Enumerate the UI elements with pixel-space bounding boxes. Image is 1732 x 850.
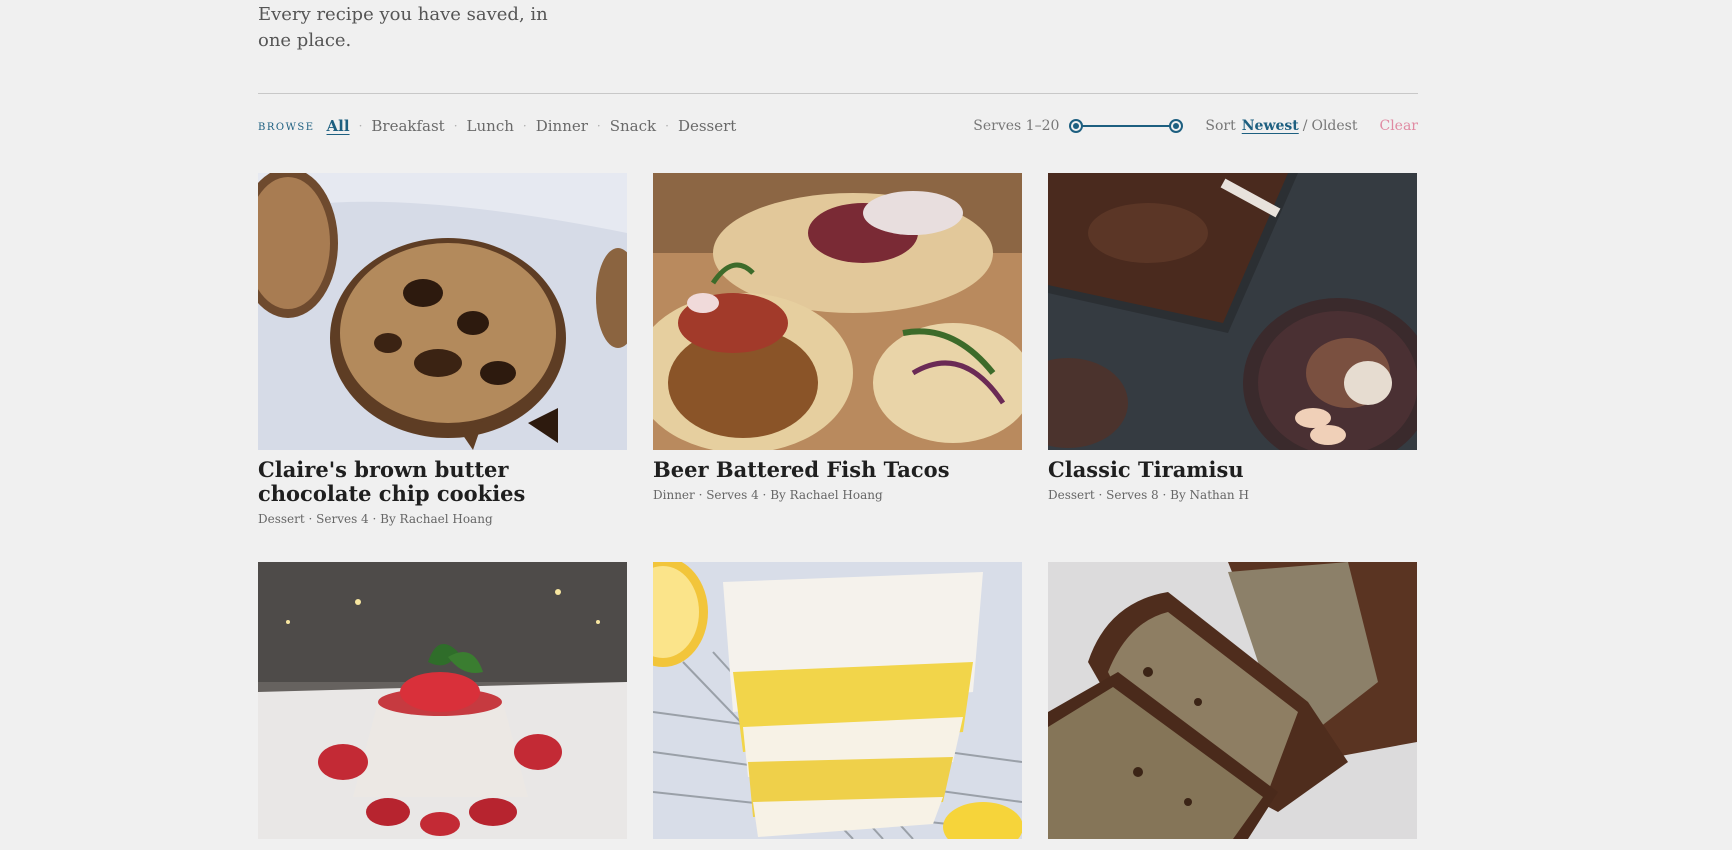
recipe-image-cookies[interactable] <box>258 173 627 450</box>
slider-min-handle[interactable] <box>1069 119 1084 133</box>
clear-filters-button[interactable]: Clear <box>1379 118 1418 134</box>
divider <box>258 93 1418 94</box>
sort-newest[interactable]: Newest <box>1242 118 1299 134</box>
recipes-page: Every recipe you have saved, in one plac… <box>258 0 1418 839</box>
banana-bread-illustration <box>1048 562 1417 839</box>
recipe-grid: Claire's brown butter chocolate chip coo… <box>258 173 1418 847</box>
recipe-meta: Dessert · Serves 8 · By Nathan H <box>1048 488 1249 502</box>
sort-label: Sort <box>1205 118 1236 134</box>
separator-dot: · <box>596 119 601 133</box>
filter-bar: Browse All · Breakfast · Lunch · Dinner … <box>258 114 1418 138</box>
recipe-image-panna-cotta[interactable] <box>258 562 627 839</box>
recipe-image-lemon-bars[interactable] <box>653 562 1022 839</box>
category-snack[interactable]: Snack <box>610 117 656 135</box>
tiramisu-illustration <box>1048 173 1417 450</box>
recipe-image-banana-bread[interactable] <box>1048 562 1417 839</box>
page-intro: Every recipe you have saved, in one plac… <box>258 4 548 51</box>
category-dinner[interactable]: Dinner <box>536 117 588 135</box>
browse-label: Browse <box>258 121 315 133</box>
recipe-image-tacos[interactable] <box>653 173 1022 450</box>
panna-cotta-illustration <box>258 562 627 839</box>
recipe-card[interactable]: Claire's brown butter chocolate chip coo… <box>258 173 627 526</box>
recipe-card[interactable]: Classic Tiramisu Dessert · Serves 8 · By… <box>1048 173 1417 526</box>
recipe-card[interactable]: Beer Battered Fish Tacos Dinner · Serves… <box>653 173 1022 526</box>
category-lunch[interactable]: Lunch <box>467 117 514 135</box>
slider-max-handle[interactable] <box>1169 119 1184 133</box>
sort-separator: / <box>1302 118 1308 134</box>
separator-dot: · <box>665 119 669 133</box>
slider-track <box>1073 125 1180 127</box>
lemon-bars-illustration <box>653 562 1022 839</box>
serves-label: Serves 1–20 <box>973 118 1060 134</box>
sort-and-serves-controls: Serves 1–20 Sort Newest / Oldest Clear <box>973 116 1418 136</box>
category-all[interactable]: All <box>327 117 350 135</box>
recipe-card[interactable] <box>653 562 1022 847</box>
tacos-illustration <box>653 173 1022 450</box>
cookies-illustration <box>258 173 627 450</box>
separator-dot: · <box>358 119 363 133</box>
recipe-title[interactable]: Claire's brown butter chocolate chip coo… <box>258 458 627 506</box>
separator-dot: · <box>453 119 458 133</box>
recipe-meta: Dinner · Serves 4 · By Rachael Hoang <box>653 488 883 502</box>
recipe-card[interactable] <box>1048 562 1417 847</box>
recipe-card[interactable] <box>258 562 627 847</box>
serves-range-slider[interactable] <box>1069 116 1184 136</box>
recipe-title[interactable]: Classic Tiramisu <box>1048 458 1417 482</box>
category-dessert[interactable]: Dessert <box>678 117 736 135</box>
recipe-meta: Dessert · Serves 4 · By Rachael Hoang <box>258 512 493 526</box>
recipe-title[interactable]: Beer Battered Fish Tacos <box>653 458 1022 482</box>
recipe-image-tiramisu[interactable] <box>1048 173 1417 450</box>
category-breakfast[interactable]: Breakfast <box>371 117 444 135</box>
separator-dot: · <box>522 119 527 133</box>
sort-oldest[interactable]: Oldest <box>1311 118 1357 134</box>
